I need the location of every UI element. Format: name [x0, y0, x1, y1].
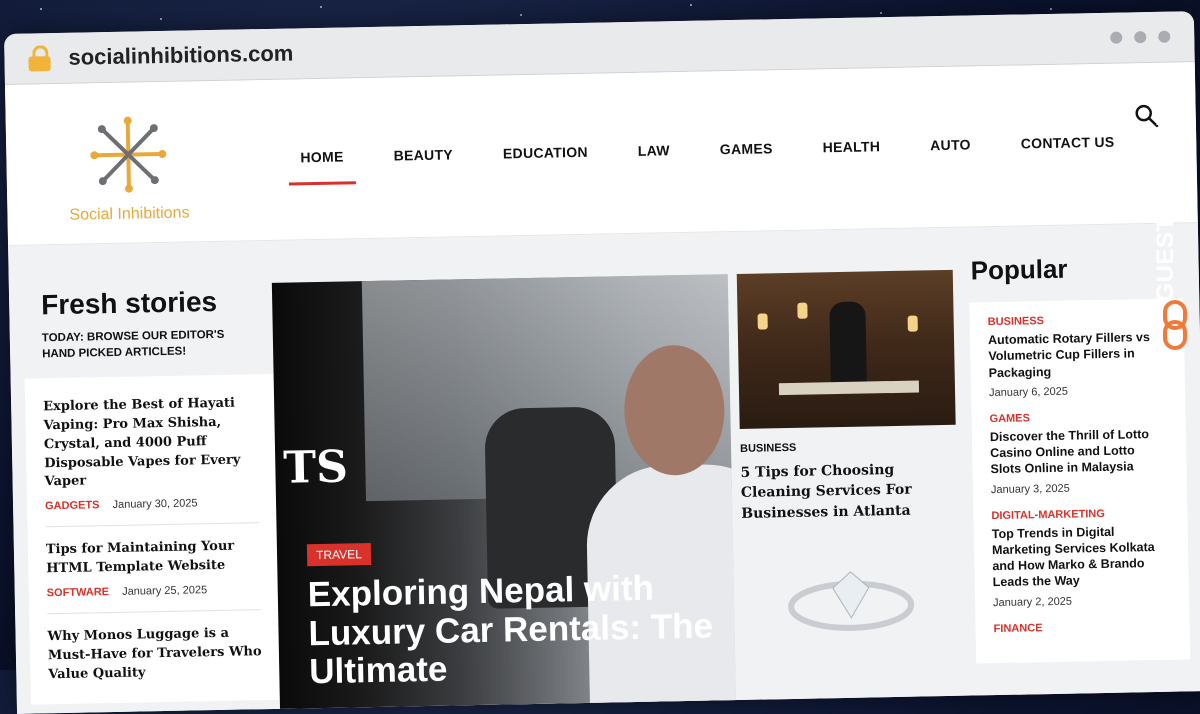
story-title[interactable]: Explore the Best of Hayati Vaping: Pro M…: [43, 394, 259, 492]
story-date: January 30, 2025: [112, 497, 198, 512]
category-tag[interactable]: GADGETS: [45, 500, 100, 513]
window-controls: [1110, 30, 1171, 44]
popular-item-date: January 2, 2025: [992, 595, 1073, 609]
nav-contact-us[interactable]: CONTACT US: [1008, 125, 1126, 159]
ring-image[interactable]: [742, 564, 959, 648]
list-item[interactable]: DIGITAL-MARKETING Top Trends in Digital …: [991, 506, 1171, 608]
nav-health[interactable]: HEALTH: [810, 130, 892, 164]
nav-law[interactable]: LAW: [626, 134, 683, 167]
story-title[interactable]: Why Monos Luggage is a Must-Have for Tra…: [47, 624, 262, 685]
watermark-text: GUESTPOSTLINKS: [1152, 74, 1179, 302]
popular-item-date: January 3, 2025: [990, 482, 1070, 496]
nav-home[interactable]: HOME: [288, 140, 356, 173]
list-item[interactable]: BUSINESS Automatic Rotary Fillers vs Vol…: [988, 313, 1168, 399]
category-tag[interactable]: BUSINESS: [740, 439, 956, 455]
featured-article-title[interactable]: Exploring Nepal with Luxury Car Rentals:…: [307, 568, 729, 692]
link-icon: [1163, 300, 1187, 350]
list-item[interactable]: Explore the Best of Hayati Vaping: Pro M…: [42, 380, 260, 528]
main-nav: HOME BEAUTY EDUCATION LAW GAMES HEALTH A…: [288, 125, 1127, 173]
category-tag[interactable]: BUSINESS: [988, 313, 1166, 328]
nav-games[interactable]: GAMES: [708, 132, 785, 165]
featured-article[interactable]: TS TRAVEL Exploring Nepal with Luxury Ca…: [271, 274, 737, 714]
browser-window: socialinhibitions.com Social Inhibitions…: [4, 11, 1200, 714]
nav-education[interactable]: EDUCATION: [491, 136, 600, 170]
story-title[interactable]: Tips for Maintaining Your HTML Template …: [46, 537, 261, 579]
category-tag[interactable]: DIGITAL-MARKETING: [991, 506, 1169, 521]
window-dot-icon[interactable]: [1134, 31, 1147, 44]
list-item[interactable]: Why Monos Luggage is a Must-Have for Tra…: [47, 610, 263, 699]
site-logo[interactable]: Social Inhibitions: [58, 111, 200, 225]
popular-item-date: January 6, 2025: [988, 385, 1069, 399]
window-dot-icon[interactable]: [1158, 30, 1171, 43]
main-content: Fresh stories TODAY: BROWSE OUR EDITOR'S…: [8, 223, 1200, 714]
secondary-article[interactable]: BUSINESS 5 Tips for Choosing Cleaning Se…: [736, 269, 960, 648]
article-title[interactable]: 5 Tips for Choosing Cleaning Services Fo…: [740, 459, 957, 524]
story-list: Explore the Best of Hayati Vaping: Pro M…: [24, 373, 281, 706]
article-thumbnail[interactable]: [736, 269, 956, 429]
guestpostlinks-watermark: GUESTPOSTLINKS: [1152, 54, 1194, 354]
category-tag[interactable]: FINANCE: [993, 619, 1171, 635]
popular-item-title[interactable]: Top Trends in Digital Marketing Services…: [992, 522, 1171, 590]
url-text[interactable]: socialinhibitions.com: [68, 40, 293, 70]
story-date: January 25, 2025: [122, 584, 208, 598]
logo-text: Social Inhibitions: [69, 204, 190, 224]
hero-overlay-text: TS: [282, 441, 349, 494]
list-item[interactable]: FINANCE: [993, 619, 1171, 635]
list-item[interactable]: Tips for Maintaining Your HTML Template …: [45, 523, 262, 615]
nav-beauty[interactable]: BEAUTY: [381, 138, 465, 172]
logo-mark-icon: [90, 116, 167, 193]
nav-auto[interactable]: AUTO: [918, 128, 983, 161]
fresh-stories-title: Fresh stories: [40, 285, 218, 321]
list-item[interactable]: GAMES Discover the Thrill of Lotto Casin…: [989, 409, 1169, 496]
category-tag[interactable]: SOFTWARE: [47, 586, 110, 599]
lock-icon: [28, 45, 51, 72]
window-dot-icon[interactable]: [1110, 31, 1123, 44]
fresh-stories-section: Fresh stories TODAY: BROWSE OUR EDITOR'S…: [22, 268, 281, 706]
popular-item-title[interactable]: Automatic Rotary Fillers vs Volumetric C…: [988, 329, 1167, 381]
category-tag[interactable]: TRAVEL: [306, 543, 372, 567]
popular-item-title[interactable]: Discover the Thrill of Lotto Casino Onli…: [990, 425, 1169, 477]
fresh-stories-subtitle: TODAY: BROWSE OUR EDITOR'S HAND PICKED A…: [41, 328, 225, 360]
site-header: Social Inhibitions HOME BEAUTY EDUCATION…: [4, 62, 1198, 246]
category-tag[interactable]: GAMES: [989, 409, 1167, 425]
